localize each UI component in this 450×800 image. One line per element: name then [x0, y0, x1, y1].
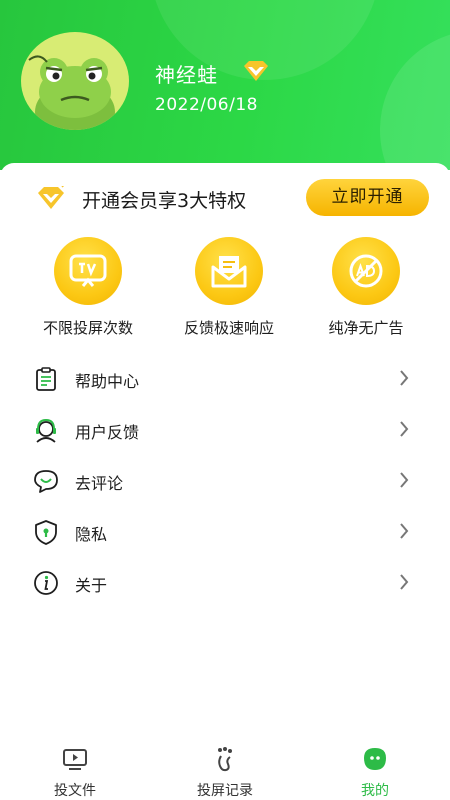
- tab-cast-history[interactable]: 投屏记录: [170, 738, 280, 800]
- chevron-right-icon: [400, 421, 409, 437]
- username: 神经蛙: [155, 63, 218, 87]
- registration-date: 2022/06/18: [155, 95, 258, 115]
- shield-icon: [35, 520, 57, 545]
- tv-cast-icon: [54, 237, 122, 305]
- diamond-icon: [35, 184, 67, 214]
- menu-item-help-center[interactable]: 帮助中心: [0, 358, 450, 398]
- clipboard-icon: [36, 367, 56, 391]
- tab-label: 投文件: [54, 783, 96, 799]
- menu-label: 关于: [75, 576, 108, 595]
- play-screen-icon: [63, 749, 87, 770]
- envelope-icon: [195, 237, 263, 305]
- frog-avatar-icon[interactable]: [21, 32, 129, 130]
- vip-promo-text: 开通会员享3大特权: [82, 190, 247, 212]
- profile-face-icon: [364, 748, 386, 770]
- tab-mine[interactable]: 我的: [320, 738, 430, 800]
- tab-cast-file[interactable]: 投文件: [20, 738, 130, 800]
- menu-item-privacy[interactable]: 隐私: [0, 511, 450, 551]
- perk-fast-feedback[interactable]: 反馈极速响应: [159, 237, 299, 338]
- chevron-right-icon: [400, 472, 409, 488]
- perk-label: 反馈极速响应: [183, 319, 274, 337]
- bottom-tab-bar: 投文件 投屏记录 我的: [0, 738, 450, 800]
- menu-item-user-feedback[interactable]: 用户反馈: [0, 409, 450, 449]
- perk-label: 纯净无广告: [328, 319, 404, 337]
- menu-item-review[interactable]: 去评论: [0, 460, 450, 500]
- menu-label: 帮助中心: [75, 372, 140, 391]
- chevron-right-icon: [400, 370, 409, 386]
- tab-label: 投屏记录: [197, 783, 253, 799]
- activate-vip-button[interactable]: 立即开通: [306, 179, 429, 216]
- no-ad-icon: [332, 237, 400, 305]
- info-icon: [34, 571, 58, 595]
- vip-diamond-icon: [241, 60, 271, 86]
- tab-label: 我的: [361, 783, 389, 799]
- footprint-icon: [218, 747, 232, 772]
- chevron-right-icon: [400, 574, 409, 590]
- menu-label: 隐私: [75, 525, 108, 544]
- perk-no-ads[interactable]: 纯净无广告: [296, 237, 436, 338]
- chevron-right-icon: [400, 523, 409, 539]
- menu-label: 去评论: [75, 474, 124, 493]
- perk-unlimited-cast[interactable]: 不限投屏次数: [18, 237, 158, 338]
- menu-item-about[interactable]: 关于: [0, 562, 450, 602]
- headset-icon: [36, 418, 56, 443]
- chat-bubble-icon: [34, 470, 58, 493]
- perk-label: 不限投屏次数: [42, 319, 133, 337]
- menu-label: 用户反馈: [75, 423, 140, 442]
